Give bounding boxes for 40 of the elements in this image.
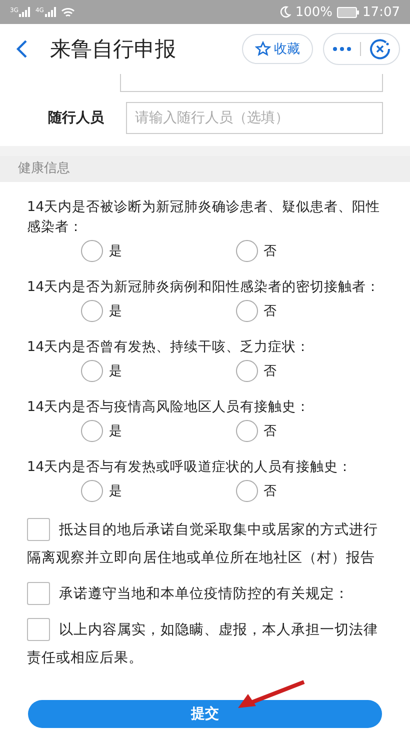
- favorite-button[interactable]: 收藏: [242, 34, 313, 64]
- checkbox[interactable]: [27, 518, 50, 541]
- star-icon: [255, 41, 271, 57]
- battery-percent: 100%: [295, 4, 333, 20]
- signal-icon: [44, 7, 57, 17]
- moon-icon: [280, 6, 292, 18]
- signal-icon: [19, 7, 32, 17]
- pledge-text: 承诺遵守当地和本单位疫情防控的有关规定：: [27, 580, 386, 608]
- arrow-annotation: [236, 680, 306, 710]
- checkbox[interactable]: [27, 582, 50, 605]
- field-label: 随行人员: [48, 109, 104, 127]
- radio-option[interactable]: 是: [81, 420, 236, 442]
- pledge-text: 抵达目的地后承诺自觉采取集中或居家的方式进行隔离观察并立即向居住地或单位所在地社区（村）报告: [27, 516, 386, 572]
- checkbox[interactable]: [27, 618, 50, 641]
- page-title: 来鲁自行申报: [50, 36, 177, 63]
- radio-option[interactable]: 否: [236, 420, 390, 442]
- more-icon[interactable]: [332, 46, 352, 52]
- input-field[interactable]: [120, 74, 383, 92]
- question-text: 14天内是否曾有发热、持续干咳、乏力症状：: [27, 338, 312, 357]
- radio-option[interactable]: 否: [236, 360, 390, 382]
- submit-button[interactable]: 提交: [28, 700, 382, 728]
- radio-option[interactable]: 否: [236, 480, 390, 502]
- back-icon[interactable]: [16, 39, 28, 59]
- radio-option[interactable]: 是: [81, 240, 236, 262]
- section-header: 健康信息: [0, 156, 410, 182]
- input-field[interactable]: 请输入随行人员（选填）: [126, 102, 383, 134]
- close-icon[interactable]: [369, 38, 391, 60]
- question-text: 14天内是否为新冠肺炎病例和阳性感染者的密切接触者：: [27, 278, 382, 297]
- question-text: 14天内是否被诊断为新冠肺炎确诊患者、疑似患者、阳性感染者：: [27, 198, 382, 237]
- radio-option[interactable]: 是: [81, 360, 236, 382]
- radio-option[interactable]: 否: [236, 300, 390, 322]
- radio-option[interactable]: 是: [81, 480, 236, 502]
- radio-option[interactable]: 否: [236, 240, 390, 262]
- wifi-icon: [60, 6, 75, 18]
- pledge-text: 以上内容属实，如隐瞒、虚报，本人承担一切法律责任或相应后果。: [27, 616, 386, 672]
- radio-option[interactable]: 是: [81, 300, 236, 322]
- question-text: 14天内是否与有发热或呼吸道症状的人员有接触史：: [27, 458, 354, 477]
- battery-icon: [336, 6, 359, 18]
- question-text: 14天内是否与疫情高风险地区人员有接触史：: [27, 398, 312, 417]
- clock: 17:07: [362, 4, 400, 20]
